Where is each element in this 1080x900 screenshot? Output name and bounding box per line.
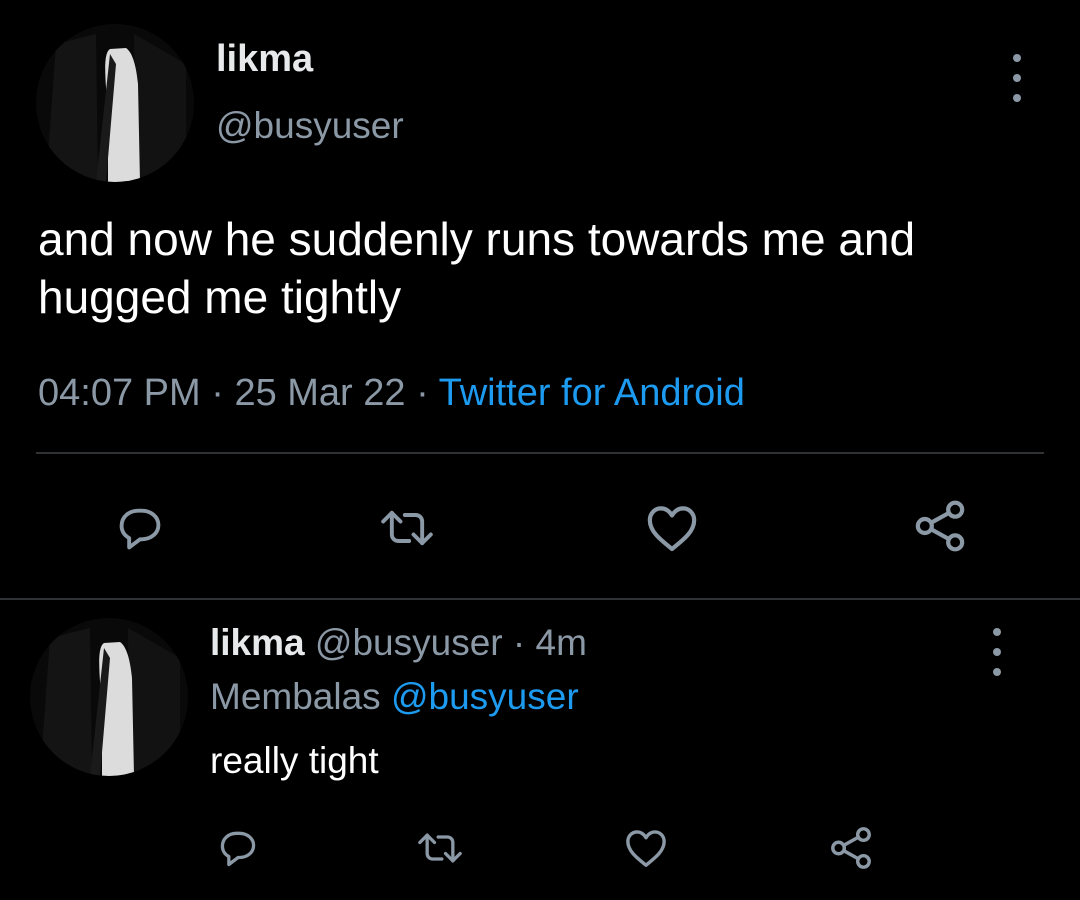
tweet-source-link[interactable]: Twitter for Android (439, 372, 745, 414)
meta-separator: · (502, 622, 536, 663)
meta-separator: · (405, 372, 439, 414)
display-name[interactable]: likma (216, 38, 313, 81)
retweet-icon (418, 833, 462, 863)
reply-button[interactable] (212, 820, 264, 876)
retweet-icon (381, 510, 433, 546)
user-handle[interactable]: @busyuser (216, 105, 404, 147)
avatar[interactable] (36, 24, 194, 182)
reply-icon (220, 831, 256, 867)
section-divider (0, 598, 1080, 600)
reply-button[interactable] (108, 496, 172, 560)
heart-icon (647, 506, 697, 552)
divider (36, 452, 1044, 454)
replying-label: Membalas (210, 676, 381, 717)
avatar-image (30, 618, 188, 776)
tweet-date: 25 Mar 22 (234, 372, 406, 414)
reply-handle[interactable]: @busyuser (315, 622, 503, 663)
retweet-button[interactable] (373, 496, 441, 560)
share-icon (831, 827, 871, 869)
share-icon (915, 500, 965, 552)
avatar[interactable] (30, 618, 188, 776)
reply-text: really tight (210, 740, 379, 781)
replying-to-line: Membalas @busyuser (210, 676, 579, 718)
reply-display-name[interactable]: likma (210, 622, 305, 663)
replying-to-handle[interactable]: @busyuser (391, 676, 579, 717)
share-button[interactable] (906, 494, 974, 558)
tweet-meta: 04:07 PM · 25 Mar 22 · Twitter for Andro… (38, 372, 745, 415)
tweet-time: 04:07 PM (38, 372, 201, 414)
reply-age: 4m (535, 622, 587, 663)
meta-separator: · (200, 372, 235, 414)
reply-header: likma @busyuser · 4m (210, 622, 587, 664)
retweet-button[interactable] (412, 820, 468, 876)
like-button[interactable] (620, 820, 672, 876)
avatar-image (36, 24, 194, 182)
share-button[interactable] (824, 820, 878, 876)
reply-more-options-icon[interactable] (987, 628, 1007, 676)
heart-icon (626, 830, 666, 867)
reply-icon (119, 508, 161, 550)
more-options-icon[interactable] (1007, 54, 1027, 102)
like-button[interactable] (640, 496, 704, 560)
tweet-text: and now he suddenly runs towards me and … (38, 213, 916, 323)
